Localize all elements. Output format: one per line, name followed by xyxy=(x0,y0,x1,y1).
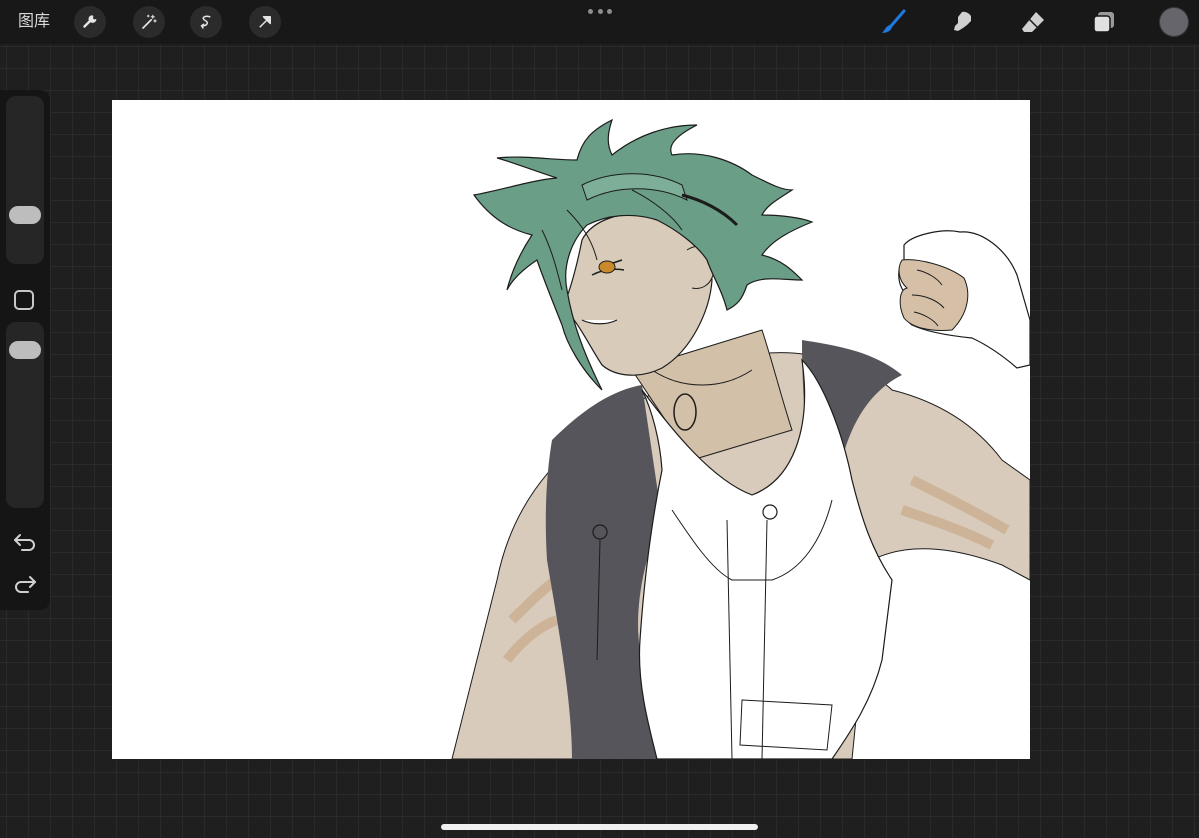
layers-button[interactable] xyxy=(1087,6,1121,38)
actions-button[interactable] xyxy=(74,6,106,38)
artwork-illustration xyxy=(451,118,1030,759)
opacity-slider-thumb[interactable] xyxy=(9,341,41,359)
magic-wand-icon xyxy=(142,14,157,29)
paint-tool-button[interactable] xyxy=(876,6,910,38)
smudge-icon xyxy=(954,11,971,31)
adjustments-button[interactable] xyxy=(133,6,165,38)
eraser-icon xyxy=(1022,12,1044,32)
transform-arrow-icon xyxy=(259,16,271,28)
dot xyxy=(607,8,612,14)
transform-button[interactable] xyxy=(249,6,281,38)
smudge-tool-button[interactable] xyxy=(946,6,980,38)
color-picker-button[interactable] xyxy=(1160,8,1188,36)
home-indicator[interactable] xyxy=(441,824,758,830)
eraser-tool-button[interactable] xyxy=(1016,6,1050,38)
layers-icon xyxy=(1093,12,1114,33)
modify-button[interactable] xyxy=(14,290,34,310)
wrench-icon xyxy=(83,15,97,28)
drawing-canvas[interactable] xyxy=(112,100,1030,759)
undo-icon[interactable] xyxy=(12,530,38,552)
left-sidebar xyxy=(0,90,50,610)
selection-icon xyxy=(200,15,211,29)
eye xyxy=(598,260,616,274)
top-toolbar: 图库 xyxy=(0,0,1199,44)
gallery-button[interactable]: 图库 xyxy=(18,10,50,32)
brush-size-slider-thumb[interactable] xyxy=(9,206,41,224)
redo-icon[interactable] xyxy=(12,572,38,594)
more-options-handle[interactable] xyxy=(588,4,612,18)
brush-icon xyxy=(882,9,906,33)
dot xyxy=(588,8,593,14)
selection-button[interactable] xyxy=(190,6,222,38)
brush-size-slider[interactable] xyxy=(6,96,44,264)
dot xyxy=(597,8,603,14)
